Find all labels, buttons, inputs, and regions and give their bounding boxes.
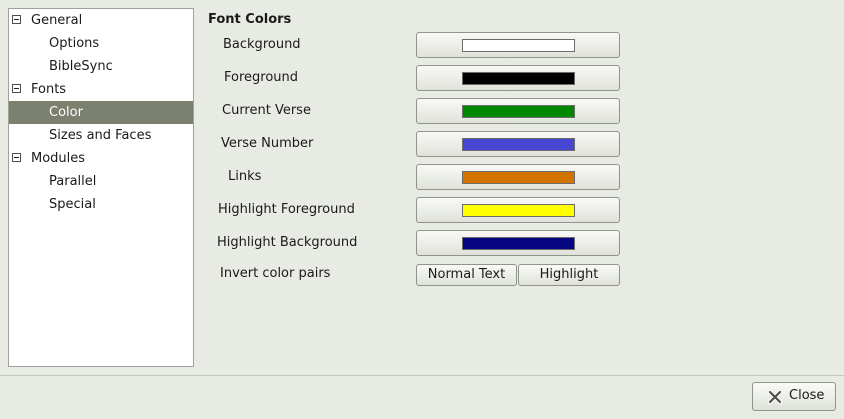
highlight-background-color-swatch	[462, 237, 575, 250]
preferences-tree[interactable]: General Options BibleSync Fonts Color Si…	[8, 8, 194, 367]
tree-item-label: Color	[49, 105, 83, 120]
foreground-color-button[interactable]	[416, 65, 620, 91]
tree-item-fonts[interactable]: Fonts	[9, 78, 193, 101]
links-label: Links	[228, 169, 262, 184]
background-label: Background	[223, 37, 301, 52]
tree-item-special[interactable]: Special	[9, 193, 193, 216]
tree-item-color[interactable]: Color	[9, 101, 193, 124]
tree-item-options[interactable]: Options	[9, 32, 193, 55]
tree-item-biblesync[interactable]: BibleSync	[9, 55, 193, 78]
background-color-button[interactable]	[416, 32, 620, 58]
section-title: Font Colors	[208, 12, 292, 27]
close-icon	[768, 390, 782, 404]
verse-number-color-swatch	[462, 138, 575, 151]
collapse-icon[interactable]	[12, 84, 21, 93]
collapse-icon[interactable]	[12, 15, 21, 24]
tree-item-label: Parallel	[49, 174, 97, 189]
verse-number-label: Verse Number	[221, 136, 314, 151]
verse-number-color-button[interactable]	[416, 131, 620, 157]
tree-item-parallel[interactable]: Parallel	[9, 170, 193, 193]
close-button[interactable]: Close	[752, 382, 836, 411]
tree-item-label: Fonts	[31, 82, 67, 97]
tree-item-label: BibleSync	[49, 59, 113, 74]
highlight-foreground-color-button[interactable]	[416, 197, 620, 223]
tree-item-label: Options	[49, 36, 100, 51]
close-button-label: Close	[789, 388, 825, 403]
footer-separator	[0, 375, 844, 376]
background-color-swatch	[462, 39, 575, 52]
tree-item-sizes-and-faces[interactable]: Sizes and Faces	[9, 124, 193, 147]
invert-highlight-button[interactable]: Highlight	[518, 264, 620, 286]
current-verse-color-button[interactable]	[416, 98, 620, 124]
collapse-icon[interactable]	[12, 153, 21, 162]
highlight-background-color-button[interactable]	[416, 230, 620, 256]
invert-normal-text-button[interactable]: Normal Text	[416, 264, 517, 286]
links-color-button[interactable]	[416, 164, 620, 190]
tree-item-label: Sizes and Faces	[49, 128, 152, 143]
current-verse-label: Current Verse	[222, 103, 311, 118]
foreground-color-swatch	[462, 72, 575, 85]
links-color-swatch	[462, 171, 575, 184]
highlight-foreground-label: Highlight Foreground	[218, 202, 355, 217]
highlight-background-label: Highlight Background	[217, 235, 358, 250]
foreground-label: Foreground	[224, 70, 299, 85]
tree-item-label: Special	[49, 197, 96, 212]
invert-color-pairs-label: Invert color pairs	[220, 266, 331, 281]
tree-item-general[interactable]: General	[9, 9, 193, 32]
highlight-foreground-color-swatch	[462, 204, 575, 217]
tree-item-modules[interactable]: Modules	[9, 147, 193, 170]
current-verse-color-swatch	[462, 105, 575, 118]
tree-item-label: General	[31, 13, 83, 28]
tree-item-label: Modules	[31, 151, 86, 166]
